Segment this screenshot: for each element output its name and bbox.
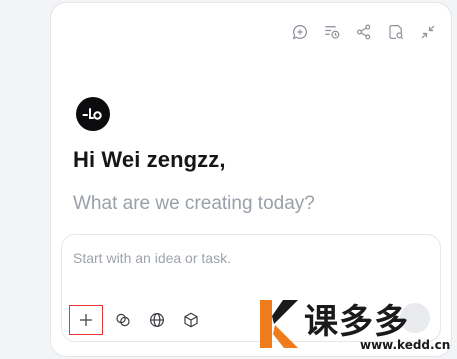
logo-mark-icon xyxy=(82,108,102,120)
model-select-button[interactable] xyxy=(177,306,205,334)
history-button[interactable] xyxy=(321,21,343,43)
web-search-button[interactable] xyxy=(143,306,171,334)
watermark-brand: 课多多 xyxy=(304,302,409,342)
greeting-title: Hi Wei zengzz, xyxy=(73,147,226,172)
add-attachment-button[interactable] xyxy=(69,305,103,335)
collapse-icon xyxy=(421,25,435,39)
notes-button[interactable] xyxy=(385,21,407,43)
connectors-button[interactable] xyxy=(109,306,137,334)
top-toolbar xyxy=(289,21,439,43)
share-icon xyxy=(357,24,371,40)
new-chat-button[interactable] xyxy=(289,21,311,43)
greeting-subtitle: What are we creating today? xyxy=(73,193,315,214)
app-logo xyxy=(76,97,110,131)
history-icon xyxy=(325,26,340,39)
share-button[interactable] xyxy=(353,21,375,43)
connectors-icon xyxy=(116,313,130,327)
plus-icon xyxy=(80,314,92,326)
watermark-logo-icon xyxy=(260,300,298,348)
notes-icon xyxy=(389,25,404,40)
globe-icon xyxy=(150,313,164,327)
composer-tools xyxy=(69,305,205,335)
cube-icon xyxy=(184,312,198,328)
watermark: 课多多 www.kedd.cn xyxy=(258,296,454,356)
add-chat-icon xyxy=(292,25,308,40)
collapse-button[interactable] xyxy=(417,21,439,43)
prompt-input[interactable] xyxy=(73,250,428,266)
watermark-url: www.kedd.cn xyxy=(360,338,451,352)
